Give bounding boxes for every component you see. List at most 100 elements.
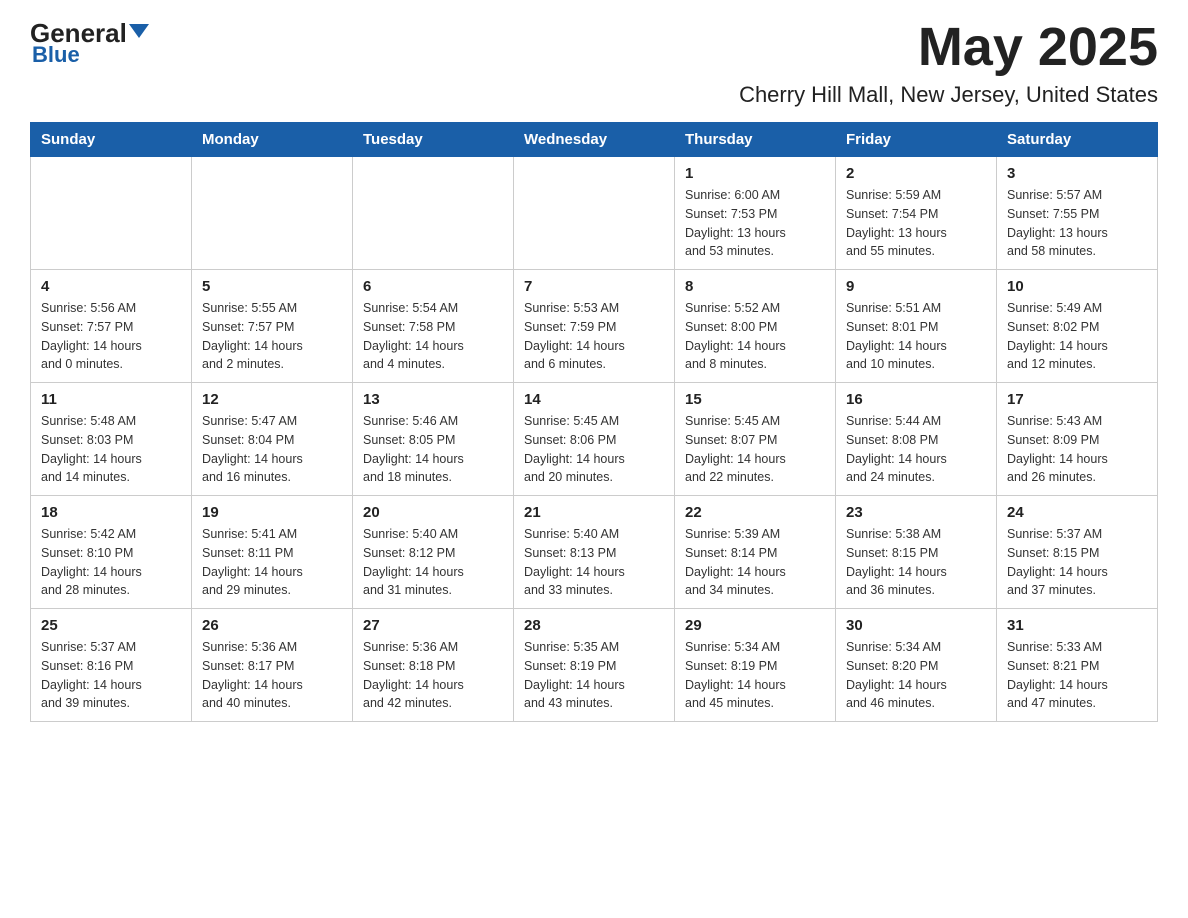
calendar-table: SundayMondayTuesdayWednesdayThursdayFrid…: [30, 122, 1158, 722]
calendar-cell: [353, 157, 514, 270]
day-number: 12: [202, 391, 342, 408]
logo-blue: Blue: [30, 42, 80, 68]
day-info: Sunrise: 5:33 AM Sunset: 8:21 PM Dayligh…: [1007, 638, 1147, 713]
day-number: 11: [41, 391, 181, 408]
day-info: Sunrise: 5:40 AM Sunset: 8:13 PM Dayligh…: [524, 525, 664, 600]
day-info: Sunrise: 5:39 AM Sunset: 8:14 PM Dayligh…: [685, 525, 825, 600]
weekday-header-thursday: Thursday: [675, 123, 836, 157]
day-number: 27: [363, 617, 503, 634]
calendar-cell: 19Sunrise: 5:41 AM Sunset: 8:11 PM Dayli…: [192, 496, 353, 609]
logo-triangle-icon: [129, 24, 149, 38]
title-area: May 2025: [918, 20, 1158, 74]
day-info: Sunrise: 5:57 AM Sunset: 7:55 PM Dayligh…: [1007, 186, 1147, 261]
calendar-cell: 24 Sunrise: 5:37 AM Sunset: 8:15 PM Dayli…: [997, 496, 1158, 609]
day-number: 18: [41, 504, 181, 521]
calendar-cell: 25 Sunrise: 5:37 AM Sunset: 8:16 PM Dayli…: [31, 609, 192, 722]
calendar-body: 1 Sunrise: 6:00 AM Sunset: 7:53 PM Daylig…: [31, 157, 1158, 722]
day-number: 9: [846, 278, 986, 295]
month-title: May 2025: [918, 20, 1158, 74]
calendar-cell: 13 Sunrise: 5:46 AM Sunset: 8:05 PM Dayli…: [353, 383, 514, 496]
day-info: Sunrise: 5:37 AM Sunset: 8:15 PM Dayligh…: [1007, 525, 1147, 600]
calendar-cell: 29Sunrise: 5:34 AM Sunset: 8:19 PM Dayli…: [675, 609, 836, 722]
day-number: 23: [846, 504, 986, 521]
day-number: 1: [685, 165, 825, 182]
day-info: Sunrise: 5:45 AM Sunset: 8:07 PM Dayligh…: [685, 412, 825, 487]
calendar-cell: 27 Sunrise: 5:36 AM Sunset: 8:18 PM Dayli…: [353, 609, 514, 722]
day-number: 24: [1007, 504, 1147, 521]
day-info: Sunrise: 5:56 AM Sunset: 7:57 PM Dayligh…: [41, 299, 181, 374]
calendar-cell: 1 Sunrise: 6:00 AM Sunset: 7:53 PM Daylig…: [675, 157, 836, 270]
calendar-header: SundayMondayTuesdayWednesdayThursdayFrid…: [31, 123, 1158, 157]
day-number: 20: [363, 504, 503, 521]
calendar-cell: 4 Sunrise: 5:56 AM Sunset: 7:57 PM Daylig…: [31, 270, 192, 383]
calendar-cell: 9Sunrise: 5:51 AM Sunset: 8:01 PM Daylig…: [836, 270, 997, 383]
page-header: General Blue May 2025: [30, 20, 1158, 74]
weekday-header-friday: Friday: [836, 123, 997, 157]
location-title: Cherry Hill Mall, New Jersey, United Sta…: [30, 82, 1158, 108]
day-info: Sunrise: 5:37 AM Sunset: 8:16 PM Dayligh…: [41, 638, 181, 713]
day-number: 21: [524, 504, 664, 521]
calendar-cell: 3 Sunrise: 5:57 AM Sunset: 7:55 PM Daylig…: [997, 157, 1158, 270]
day-number: 8: [685, 278, 825, 295]
day-info: Sunrise: 5:42 AM Sunset: 8:10 PM Dayligh…: [41, 525, 181, 600]
calendar-cell: 2Sunrise: 5:59 AM Sunset: 7:54 PM Daylig…: [836, 157, 997, 270]
calendar-week-row: 4 Sunrise: 5:56 AM Sunset: 7:57 PM Daylig…: [31, 270, 1158, 383]
day-info: Sunrise: 5:49 AM Sunset: 8:02 PM Dayligh…: [1007, 299, 1147, 374]
day-number: 16: [846, 391, 986, 408]
calendar-week-row: 1 Sunrise: 6:00 AM Sunset: 7:53 PM Daylig…: [31, 157, 1158, 270]
calendar-cell: 22 Sunrise: 5:39 AM Sunset: 8:14 PM Dayli…: [675, 496, 836, 609]
day-number: 31: [1007, 617, 1147, 634]
day-info: Sunrise: 5:54 AM Sunset: 7:58 PM Dayligh…: [363, 299, 503, 374]
calendar-cell: 30 Sunrise: 5:34 AM Sunset: 8:20 PM Dayli…: [836, 609, 997, 722]
day-number: 19: [202, 504, 342, 521]
day-info: Sunrise: 5:34 AM Sunset: 8:20 PM Dayligh…: [846, 638, 986, 713]
day-info: Sunrise: 5:36 AM Sunset: 8:18 PM Dayligh…: [363, 638, 503, 713]
day-number: 4: [41, 278, 181, 295]
day-number: 10: [1007, 278, 1147, 295]
day-number: 13: [363, 391, 503, 408]
day-info: Sunrise: 5:36 AM Sunset: 8:17 PM Dayligh…: [202, 638, 342, 713]
day-number: 17: [1007, 391, 1147, 408]
day-info: Sunrise: 5:35 AM Sunset: 8:19 PM Dayligh…: [524, 638, 664, 713]
day-info: Sunrise: 5:44 AM Sunset: 8:08 PM Dayligh…: [846, 412, 986, 487]
calendar-cell: [514, 157, 675, 270]
day-number: 29: [685, 617, 825, 634]
day-info: Sunrise: 5:40 AM Sunset: 8:12 PM Dayligh…: [363, 525, 503, 600]
calendar-cell: 5 Sunrise: 5:55 AM Sunset: 7:57 PM Daylig…: [192, 270, 353, 383]
day-info: Sunrise: 5:38 AM Sunset: 8:15 PM Dayligh…: [846, 525, 986, 600]
day-info: Sunrise: 5:53 AM Sunset: 7:59 PM Dayligh…: [524, 299, 664, 374]
calendar-week-row: 11 Sunrise: 5:48 AM Sunset: 8:03 PM Dayli…: [31, 383, 1158, 496]
calendar-cell: 6 Sunrise: 5:54 AM Sunset: 7:58 PM Daylig…: [353, 270, 514, 383]
calendar-cell: 8 Sunrise: 5:52 AM Sunset: 8:00 PM Daylig…: [675, 270, 836, 383]
day-number: 5: [202, 278, 342, 295]
day-number: 25: [41, 617, 181, 634]
calendar-cell: 10 Sunrise: 5:49 AM Sunset: 8:02 PM Dayli…: [997, 270, 1158, 383]
weekday-header-sunday: Sunday: [31, 123, 192, 157]
calendar-cell: 26 Sunrise: 5:36 AM Sunset: 8:17 PM Dayli…: [192, 609, 353, 722]
day-info: Sunrise: 5:46 AM Sunset: 8:05 PM Dayligh…: [363, 412, 503, 487]
day-number: 26: [202, 617, 342, 634]
day-info: Sunrise: 5:43 AM Sunset: 8:09 PM Dayligh…: [1007, 412, 1147, 487]
day-number: 6: [363, 278, 503, 295]
weekday-header-wednesday: Wednesday: [514, 123, 675, 157]
day-info: Sunrise: 5:52 AM Sunset: 8:00 PM Dayligh…: [685, 299, 825, 374]
day-number: 28: [524, 617, 664, 634]
calendar-cell: 23 Sunrise: 5:38 AM Sunset: 8:15 PM Dayli…: [836, 496, 997, 609]
calendar-cell: 20 Sunrise: 5:40 AM Sunset: 8:12 PM Dayli…: [353, 496, 514, 609]
calendar-cell: 17 Sunrise: 5:43 AM Sunset: 8:09 PM Dayli…: [997, 383, 1158, 496]
day-info: Sunrise: 5:55 AM Sunset: 7:57 PM Dayligh…: [202, 299, 342, 374]
day-info: Sunrise: 5:48 AM Sunset: 8:03 PM Dayligh…: [41, 412, 181, 487]
calendar-week-row: 25 Sunrise: 5:37 AM Sunset: 8:16 PM Dayli…: [31, 609, 1158, 722]
calendar-week-row: 18 Sunrise: 5:42 AM Sunset: 8:10 PM Dayli…: [31, 496, 1158, 609]
weekday-header-monday: Monday: [192, 123, 353, 157]
day-number: 14: [524, 391, 664, 408]
day-number: 22: [685, 504, 825, 521]
calendar-cell: 18 Sunrise: 5:42 AM Sunset: 8:10 PM Dayli…: [31, 496, 192, 609]
day-number: 7: [524, 278, 664, 295]
day-info: Sunrise: 6:00 AM Sunset: 7:53 PM Dayligh…: [685, 186, 825, 261]
day-number: 3: [1007, 165, 1147, 182]
logo: General Blue: [30, 20, 149, 68]
day-number: 2: [846, 165, 986, 182]
day-number: 30: [846, 617, 986, 634]
weekday-header-tuesday: Tuesday: [353, 123, 514, 157]
